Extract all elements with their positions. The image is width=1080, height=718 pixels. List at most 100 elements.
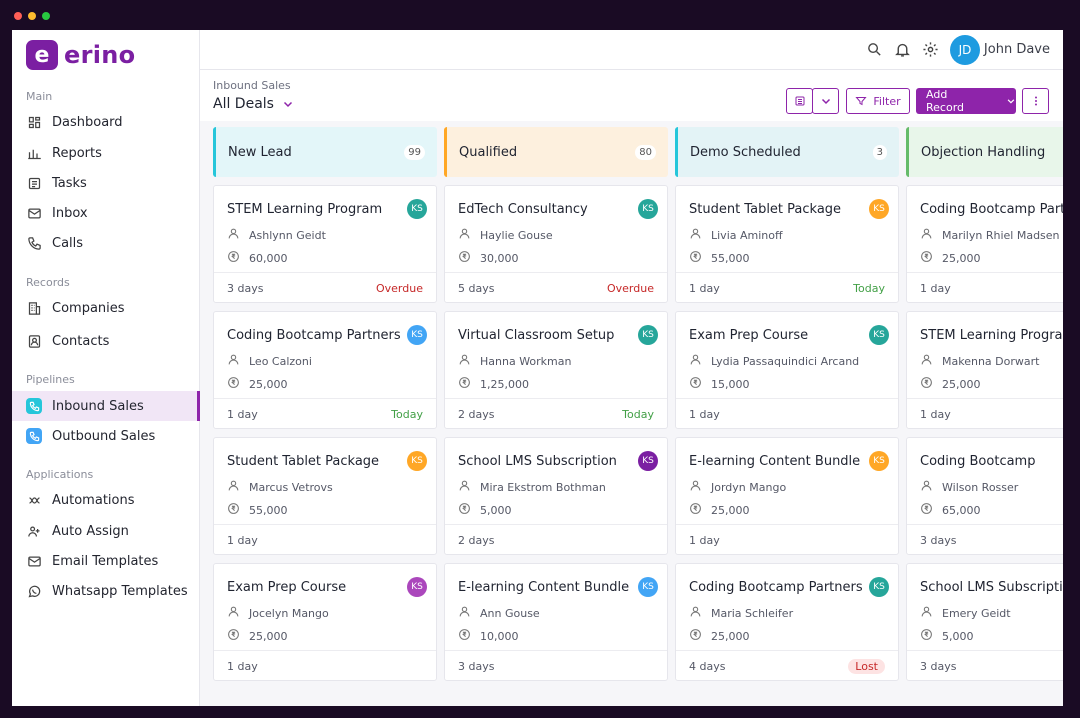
deal-card[interactable]: EdTech Consultancy KS Haylie Gouse 30,000 5 … bbox=[444, 185, 668, 303]
deal-age: 1 day bbox=[227, 534, 258, 547]
deal-title: Coding Bootcamp Partners bbox=[689, 580, 863, 595]
person-icon bbox=[920, 227, 933, 243]
search-icon[interactable] bbox=[865, 40, 883, 58]
deal-card-footer: 4 days Lost bbox=[676, 650, 898, 682]
deal-title: Coding Bootcamp Partners bbox=[920, 202, 1063, 217]
owner-avatar: KS bbox=[869, 325, 889, 345]
deal-card[interactable]: Coding Bootcamp Wilson Rosser 65,000 3 days bbox=[906, 437, 1063, 555]
deal-card[interactable]: Coding Bootcamp Partners Marilyn Rhiel Ma… bbox=[906, 185, 1063, 303]
deal-card[interactable]: E-learning Content Bundle KS Ann Gouse 10,0… bbox=[444, 563, 668, 681]
sidebar-item-label: Reports bbox=[52, 145, 102, 161]
deal-age: 3 days bbox=[920, 534, 957, 547]
deal-owner: Lydia Passaquindici Arcand bbox=[711, 354, 860, 368]
top-bar: JD John Dave bbox=[200, 30, 1063, 70]
deal-amount-row: 25,000 bbox=[920, 250, 981, 266]
user-name[interactable]: John Dave bbox=[984, 42, 1050, 57]
deal-card[interactable]: School LMS Subscription KS Mira Ekstrom Bo… bbox=[444, 437, 668, 555]
deal-card[interactable]: E-learning Content Bundle KS Jordyn Mango 2… bbox=[675, 437, 899, 555]
column-header[interactable]: Objection Handling bbox=[906, 127, 1063, 177]
rupee-icon bbox=[920, 628, 933, 644]
close-window-dot[interactable] bbox=[14, 12, 22, 20]
deal-owner: Leo Calzoni bbox=[249, 354, 312, 368]
deal-amount-row: 65,000 bbox=[920, 502, 981, 518]
pipeline-column: Qualified 80 EdTech Consultancy KS Haylie Go… bbox=[444, 127, 668, 681]
column-header[interactable]: Demo Scheduled 3 bbox=[675, 127, 899, 177]
view-toggle-button[interactable] bbox=[786, 88, 813, 114]
rupee-icon bbox=[458, 376, 471, 392]
deal-amount: 55,000 bbox=[249, 503, 288, 517]
person-icon bbox=[227, 353, 240, 369]
sidebar-item-automations[interactable]: Automations bbox=[12, 485, 200, 515]
deal-card[interactable]: Student Tablet Package KS Livia Aminoff 55,… bbox=[675, 185, 899, 303]
deal-age: 3 days bbox=[458, 660, 495, 673]
brand-logo[interactable]: e erino bbox=[26, 40, 135, 70]
deal-card[interactable]: STEM Learning Program KS Ashlynn Geidt 60,0… bbox=[213, 185, 437, 303]
sidebar-item-label: Automations bbox=[52, 492, 135, 508]
deal-status-badge: Overdue bbox=[376, 282, 423, 295]
gear-icon[interactable] bbox=[921, 40, 939, 58]
owner-avatar: KS bbox=[869, 199, 889, 219]
deal-card[interactable]: Student Tablet Package KS Marcus Vetrovs 55… bbox=[213, 437, 437, 555]
deal-card[interactable]: Exam Prep Course KS Jocelyn Mango 25,000 1 d… bbox=[213, 563, 437, 681]
column-header[interactable]: Qualified 80 bbox=[444, 127, 668, 177]
app-window: e erino Main Dashboard Reports Tasks Inbox Ca… bbox=[12, 30, 1063, 706]
deal-card[interactable]: Exam Prep Course KS Lydia Passaquindici Ar… bbox=[675, 311, 899, 429]
sidebar-item-whatsapp-templates[interactable]: Whatsapp Templates bbox=[12, 576, 200, 606]
sidebar-item-label: Inbox bbox=[52, 205, 88, 221]
whatsapp-icon bbox=[26, 583, 42, 599]
column-title: Demo Scheduled bbox=[690, 144, 801, 160]
sidebar-item-tasks[interactable]: Tasks bbox=[12, 168, 200, 198]
deal-age: 4 days bbox=[689, 660, 726, 673]
more-options-button[interactable] bbox=[1022, 88, 1049, 114]
deal-amount: 25,000 bbox=[942, 251, 981, 265]
deal-amount-row: 1,25,000 bbox=[458, 376, 529, 392]
rupee-icon bbox=[227, 628, 240, 644]
person-icon bbox=[458, 479, 471, 495]
deal-title: Virtual Classroom Setup bbox=[458, 328, 615, 343]
maximize-window-dot[interactable] bbox=[42, 12, 50, 20]
sidebar-item-reports[interactable]: Reports bbox=[12, 138, 200, 168]
filter-icon bbox=[855, 97, 867, 106]
deal-title: STEM Learning Program bbox=[920, 328, 1063, 343]
add-record-label: Add Record bbox=[926, 88, 965, 114]
deal-owner: Ashlynn Geidt bbox=[249, 228, 326, 242]
deal-card[interactable]: School LMS Subscription Emery Geidt 5,000 3… bbox=[906, 563, 1063, 681]
deal-age: 3 days bbox=[920, 660, 957, 673]
view-options-dropdown[interactable] bbox=[812, 88, 839, 114]
minimize-window-dot[interactable] bbox=[28, 12, 36, 20]
deal-status-badge: Today bbox=[391, 408, 423, 421]
sidebar-item-auto-assign[interactable]: Auto Assign bbox=[12, 516, 200, 546]
sidebar-item-contacts[interactable]: Contacts bbox=[12, 326, 200, 356]
person-icon bbox=[458, 227, 471, 243]
deal-owner: Makenna Dorwart bbox=[942, 354, 1040, 368]
sidebar-item-companies[interactable]: Companies bbox=[12, 293, 200, 323]
owner-avatar: KS bbox=[407, 199, 427, 219]
breadcrumb[interactable]: Inbound Sales bbox=[213, 79, 291, 92]
sidebar-item-inbound-sales[interactable]: Inbound Sales bbox=[12, 391, 200, 421]
sidebar-item-email-templates[interactable]: Email Templates bbox=[12, 546, 200, 576]
sidebar-item-label: Companies bbox=[52, 300, 125, 316]
sidebar-item-calls[interactable]: Calls bbox=[12, 228, 200, 258]
deal-owner-row: Mira Ekstrom Bothman bbox=[458, 479, 606, 495]
building-icon bbox=[26, 300, 42, 316]
deal-card[interactable]: Virtual Classroom Setup KS Hanna Workman 1,… bbox=[444, 311, 668, 429]
deal-card[interactable]: Coding Bootcamp Partners KS Maria Schleife… bbox=[675, 563, 899, 681]
deal-age: 3 days bbox=[227, 282, 264, 295]
column-header[interactable]: New Lead 99 bbox=[213, 127, 437, 177]
inbound-call-icon bbox=[26, 398, 42, 414]
rupee-icon bbox=[920, 502, 933, 518]
deal-card-footer: 1 day Today bbox=[214, 398, 436, 430]
deal-card[interactable]: Coding Bootcamp Partners KS Leo Calzoni 25,… bbox=[213, 311, 437, 429]
person-icon bbox=[689, 227, 702, 243]
user-avatar[interactable]: JD bbox=[950, 35, 980, 65]
sidebar-item-dashboard[interactable]: Dashboard bbox=[12, 107, 200, 137]
filter-button[interactable]: Filter bbox=[846, 88, 910, 114]
deal-card[interactable]: STEM Learning Program Makenna Dorwart 25,0… bbox=[906, 311, 1063, 429]
deal-card-footer: 3 days bbox=[445, 650, 667, 682]
view-selector[interactable]: All Deals bbox=[213, 96, 294, 112]
sidebar-item-inbox[interactable]: Inbox bbox=[12, 198, 200, 228]
sidebar-item-outbound-sales[interactable]: Outbound Sales bbox=[12, 421, 200, 451]
bell-icon[interactable] bbox=[893, 40, 911, 58]
add-record-button[interactable]: Add Record bbox=[916, 88, 1016, 114]
deal-amount-row: 55,000 bbox=[227, 502, 288, 518]
